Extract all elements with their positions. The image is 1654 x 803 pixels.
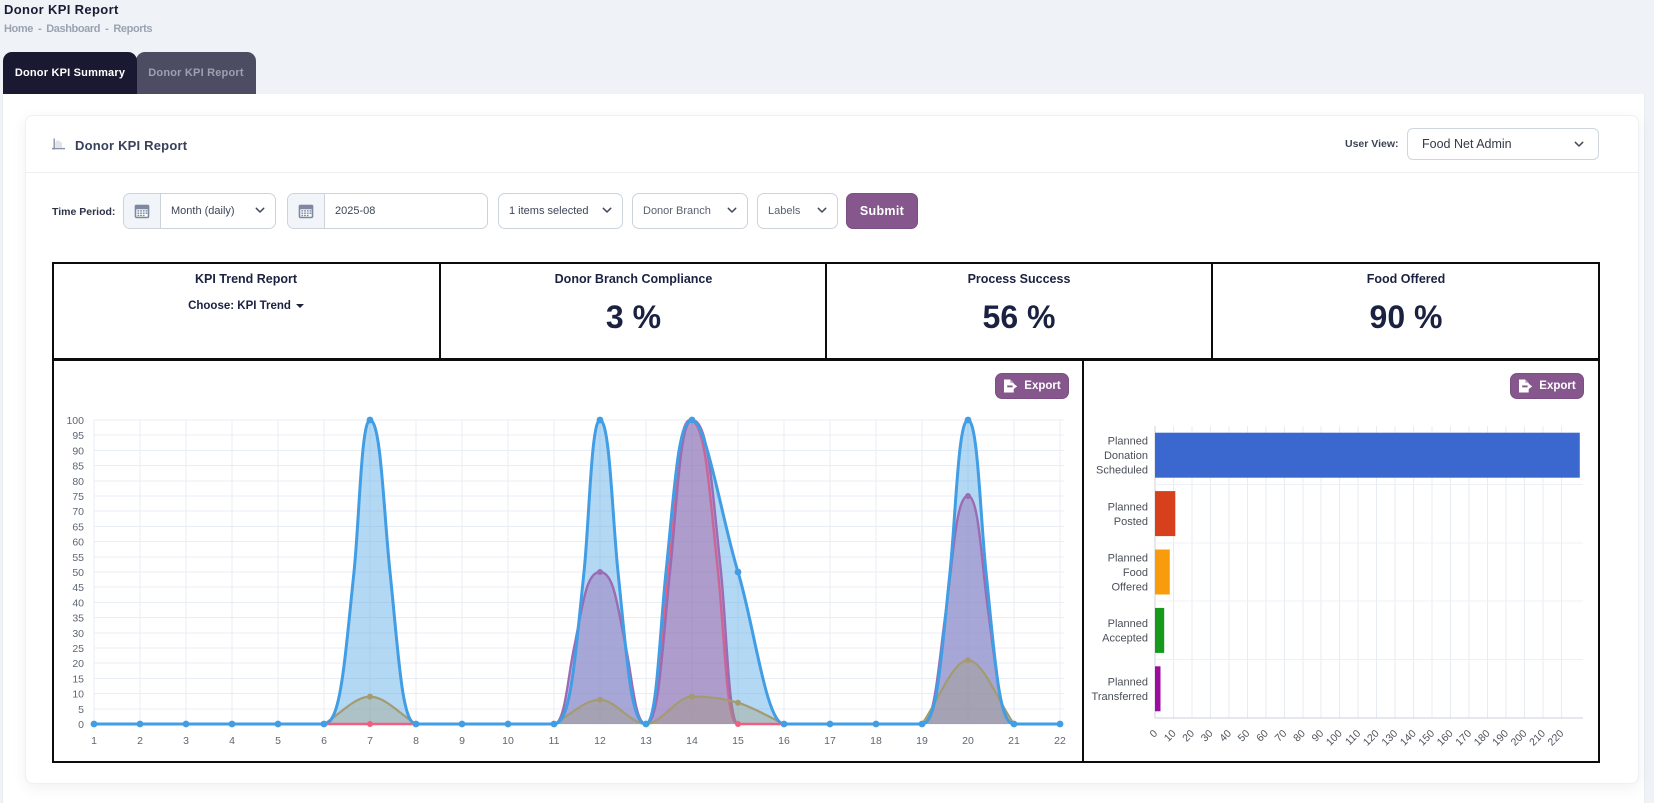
svg-text:45: 45 — [72, 582, 84, 594]
svg-text:35: 35 — [72, 613, 84, 625]
svg-text:60: 60 — [72, 537, 84, 549]
svg-text:160: 160 — [1435, 728, 1456, 749]
svg-text:0: 0 — [78, 719, 84, 731]
svg-text:220: 220 — [1546, 728, 1567, 749]
svg-text:Planned: Planned — [1108, 618, 1148, 630]
svg-text:3: 3 — [183, 735, 189, 747]
svg-text:90: 90 — [72, 445, 84, 457]
svg-text:65: 65 — [72, 521, 84, 533]
svg-text:80: 80 — [1291, 728, 1308, 745]
svg-text:14: 14 — [686, 735, 698, 747]
svg-text:16: 16 — [778, 735, 790, 747]
svg-text:21: 21 — [1008, 735, 1020, 747]
svg-text:15: 15 — [72, 673, 84, 685]
svg-text:70: 70 — [1273, 728, 1290, 745]
svg-text:15: 15 — [732, 735, 744, 747]
svg-text:10: 10 — [72, 689, 84, 701]
svg-text:210: 210 — [1527, 728, 1548, 749]
svg-text:5: 5 — [78, 704, 84, 716]
svg-text:1: 1 — [91, 735, 97, 747]
svg-text:0: 0 — [1148, 728, 1161, 741]
svg-text:7: 7 — [367, 735, 373, 747]
svg-text:95: 95 — [72, 430, 84, 442]
svg-text:85: 85 — [72, 461, 84, 473]
svg-text:200: 200 — [1509, 728, 1530, 749]
svg-text:Accepted: Accepted — [1102, 633, 1148, 645]
svg-text:10: 10 — [1162, 728, 1179, 745]
svg-text:Donation: Donation — [1104, 450, 1148, 462]
svg-text:Planned: Planned — [1108, 501, 1148, 513]
svg-text:180: 180 — [1472, 728, 1493, 749]
svg-text:2: 2 — [137, 735, 143, 747]
svg-text:50: 50 — [1236, 728, 1253, 745]
svg-text:100: 100 — [66, 415, 84, 427]
svg-text:11: 11 — [549, 735, 560, 747]
svg-text:Planned: Planned — [1108, 677, 1148, 689]
svg-text:5: 5 — [275, 735, 281, 747]
svg-text:25: 25 — [72, 643, 84, 655]
svg-text:Posted: Posted — [1114, 516, 1148, 528]
svg-text:Planned: Planned — [1108, 553, 1148, 565]
svg-text:17: 17 — [824, 735, 836, 747]
svg-text:20: 20 — [72, 658, 84, 670]
svg-text:90: 90 — [1310, 728, 1327, 745]
svg-text:Offered: Offered — [1112, 582, 1149, 594]
svg-text:130: 130 — [1379, 728, 1400, 749]
svg-text:30: 30 — [1199, 728, 1216, 745]
svg-text:70: 70 — [72, 506, 84, 518]
svg-text:8: 8 — [413, 735, 419, 747]
svg-text:12: 12 — [594, 735, 606, 747]
svg-text:20: 20 — [962, 735, 974, 747]
svg-text:50: 50 — [72, 567, 84, 579]
svg-text:140: 140 — [1398, 728, 1419, 749]
svg-text:80: 80 — [72, 476, 84, 488]
svg-text:110: 110 — [1343, 728, 1363, 748]
svg-text:9: 9 — [459, 735, 465, 747]
svg-text:150: 150 — [1416, 728, 1437, 749]
svg-text:Scheduled: Scheduled — [1096, 465, 1148, 477]
svg-text:40: 40 — [72, 597, 84, 609]
svg-text:120: 120 — [1361, 728, 1382, 749]
svg-text:Transferred: Transferred — [1092, 691, 1148, 703]
svg-text:Planned: Planned — [1108, 436, 1148, 448]
svg-text:13: 13 — [640, 735, 652, 747]
svg-text:Food: Food — [1123, 567, 1148, 579]
svg-text:30: 30 — [72, 628, 84, 640]
svg-text:4: 4 — [229, 735, 235, 747]
svg-text:20: 20 — [1180, 728, 1197, 745]
svg-text:6: 6 — [321, 735, 327, 747]
svg-text:100: 100 — [1324, 728, 1345, 749]
svg-text:60: 60 — [1254, 728, 1271, 745]
svg-text:18: 18 — [870, 735, 882, 747]
svg-text:75: 75 — [72, 491, 84, 503]
svg-text:19: 19 — [916, 735, 928, 747]
svg-text:55: 55 — [72, 552, 84, 564]
svg-text:190: 190 — [1490, 728, 1511, 749]
svg-text:10: 10 — [502, 735, 514, 747]
svg-text:22: 22 — [1054, 735, 1066, 747]
svg-text:40: 40 — [1217, 728, 1234, 745]
svg-text:170: 170 — [1453, 728, 1474, 749]
